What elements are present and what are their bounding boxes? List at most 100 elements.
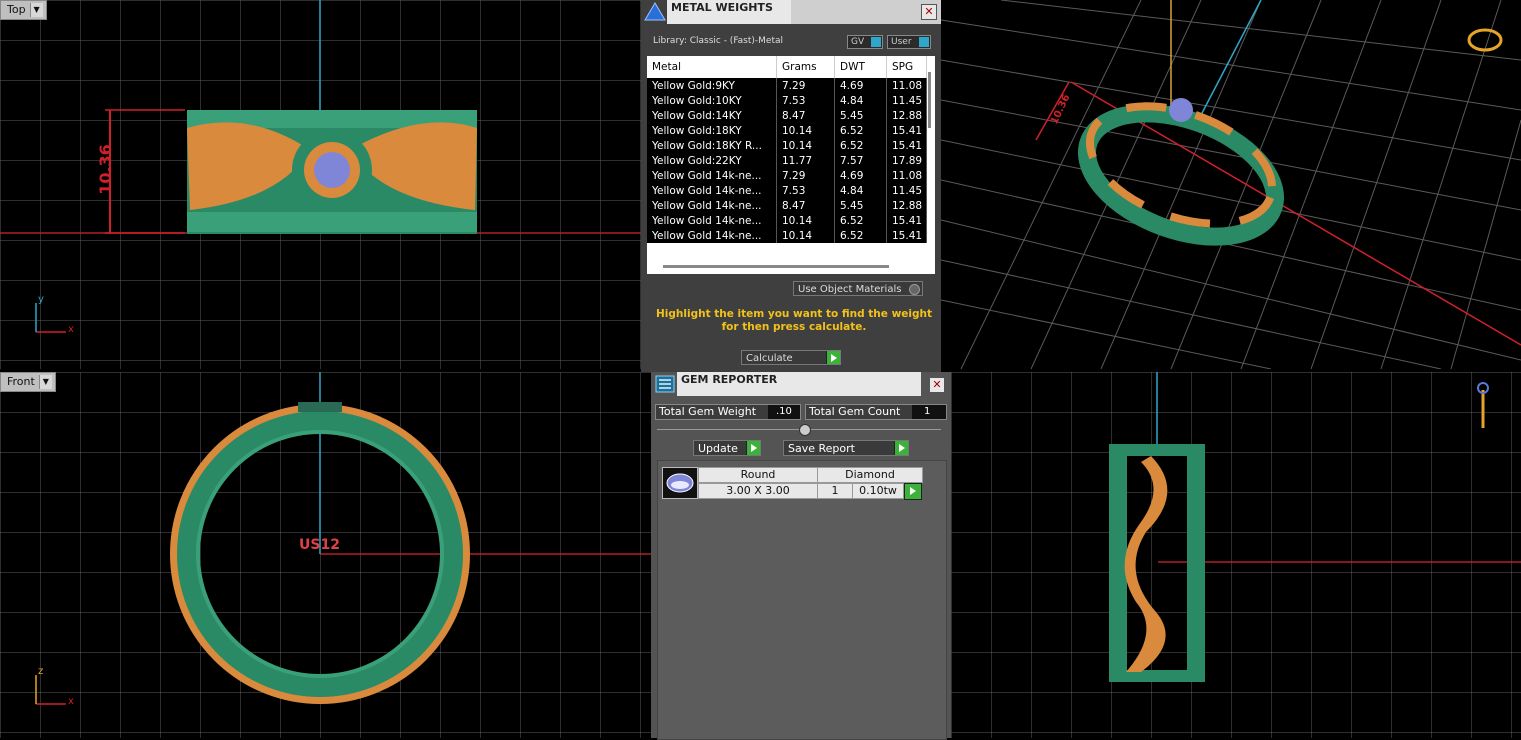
table-row[interactable]: Yellow Gold 14k-ne... 10.14 6.52 15.41 [647,228,927,243]
ring-size-label: US12 [299,537,340,553]
gem-list-item[interactable]: Round Diamond 3.00 X 3.00 1 0.10tw [660,465,923,500]
dwt-cell: 7.57 [834,153,887,168]
metal-cell: Yellow Gold:10KY [647,93,777,108]
gem-type-header: Diamond [817,467,923,483]
update-label: Update [698,442,738,455]
total-gem-weight-value: .10 [768,405,800,419]
use-object-materials-label: Use Object Materials [798,284,902,295]
splitter-handle[interactable] [657,424,941,436]
metal-cell: Yellow Gold 14k-ne... [647,198,777,213]
spg-cell: 17.89 [886,153,927,168]
horizontal-scrollbar[interactable] [663,265,889,268]
column-header-spg[interactable]: SPG [886,56,927,78]
user-indicator-icon [919,37,929,47]
gem-size-cell: 3.00 X 3.00 [698,483,818,499]
play-arrow-icon [910,487,916,495]
axis-x-label: x [68,324,74,335]
table-row[interactable]: Yellow Gold:10KY 7.53 4.84 11.45 [647,93,927,108]
close-icon[interactable]: ✕ [921,4,937,20]
viewport-label-front[interactable]: Front ▼ [0,372,56,392]
dwt-cell: 6.52 [834,138,887,153]
total-gem-count-value: 1 [912,405,946,419]
metal-weights-titlebar[interactable]: METAL WEIGHTS ✕ [641,0,941,26]
user-label: User [891,37,912,47]
metal-weights-panel: METAL WEIGHTS ✕ Library: Classic - (Fast… [641,0,941,372]
grams-cell: 8.47 [776,198,835,213]
dwt-cell: 4.69 [834,168,887,183]
table-row[interactable]: Yellow Gold:9KY 7.29 4.69 11.08 [647,78,927,93]
dwt-cell: 4.84 [834,93,887,108]
metal-cell: Yellow Gold:22KY [647,153,777,168]
metal-weights-app-icon [644,2,666,21]
metal-cell: Yellow Gold:14KY [647,108,777,123]
table-row[interactable]: Yellow Gold 14k-ne... 7.29 4.69 11.08 [647,168,927,183]
viewport-perspective-canvas [941,0,1521,369]
diamond-icon [666,473,694,493]
viewport-perspective[interactable]: 10.36 [941,0,1521,369]
viewport-front-canvas [0,372,651,738]
spg-cell: 11.45 [886,183,927,198]
save-report-button[interactable]: Save Report [783,440,909,456]
user-toggle[interactable]: User [887,35,931,49]
table-row[interactable]: Yellow Gold 14k-ne... 8.47 5.45 12.88 [647,198,927,213]
spg-cell: 15.41 [886,228,927,243]
spg-cell: 11.08 [886,168,927,183]
gem-list-area: Round Diamond 3.00 X 3.00 1 0.10tw [657,460,947,740]
column-header-dwt[interactable]: DWT [834,56,887,78]
gv-label: GV [851,37,865,47]
grams-cell: 7.53 [776,183,835,198]
metal-cell: Yellow Gold:18KY R... [647,138,777,153]
close-icon[interactable]: ✕ [929,377,945,393]
titlebar-fill [791,0,941,24]
gem-thumbnail [662,467,698,499]
gem-weight-cell: 0.10tw [852,483,904,499]
spg-cell: 11.08 [886,78,927,93]
viewport-right-canvas [951,372,1521,738]
total-gem-count-label: Total Gem Count [809,405,901,418]
use-object-materials-toggle[interactable]: Use Object Materials [793,281,923,296]
dimension-label: 10.36 [95,144,115,195]
dwt-cell: 5.45 [834,108,887,123]
metal-table: Metal Grams DWT SPG Yellow Gold:9KY 7.29 4… [647,56,927,243]
viewport-name: Top [7,3,26,16]
dwt-cell: 6.52 [834,228,887,243]
library-label: Library: Classic - (Fast)-Metal [653,36,784,46]
gem-reporter-panel: GEM REPORTER ✕ Total Gem Weight .10 Tota… [651,372,951,740]
chevron-down-icon[interactable]: ▼ [38,375,52,389]
table-row[interactable]: Yellow Gold:14KY 8.47 5.45 12.88 [647,108,927,123]
play-arrow-icon [746,441,760,455]
gem-shape-header: Round [698,467,818,483]
gv-indicator-icon [871,37,881,47]
metal-cell: Yellow Gold:18KY [647,123,777,138]
metal-cell: Yellow Gold 14k-ne... [647,213,777,228]
table-row[interactable]: Yellow Gold 14k-ne... 10.14 6.52 15.41 [647,213,927,228]
update-button[interactable]: Update [693,440,761,456]
viewport-name: Front [7,375,35,388]
table-row[interactable]: Yellow Gold 14k-ne... 7.53 4.84 11.45 [647,183,927,198]
viewport-front[interactable]: US12 x z Front ▼ [0,372,651,738]
spg-cell: 11.45 [886,93,927,108]
calculate-button[interactable]: Calculate [741,350,841,365]
table-row[interactable]: Yellow Gold:22KY 11.77 7.57 17.89 [647,153,927,168]
viewport-top[interactable]: 10.36 x y Top ▼ [0,0,641,369]
gv-toggle[interactable]: GV [847,35,883,49]
column-header-grams[interactable]: Grams [776,56,835,78]
column-header-metal[interactable]: Metal [647,56,777,78]
viewport-label-top[interactable]: Top ▼ [0,0,47,20]
viewport-right[interactable] [951,372,1521,738]
gem-reporter-title: GEM REPORTER [677,372,921,396]
table-row[interactable]: Yellow Gold:18KY 10.14 6.52 15.41 [647,123,927,138]
grams-cell: 7.29 [776,78,835,93]
grams-cell: 7.53 [776,93,835,108]
play-arrow-icon [894,441,908,455]
metal-cell: Yellow Gold:9KY [647,78,777,93]
toggle-indicator-icon [909,284,920,295]
total-gem-weight-label: Total Gem Weight [659,405,757,418]
grams-cell: 10.14 [776,123,835,138]
gem-reporter-titlebar[interactable]: GEM REPORTER ✕ [651,372,951,398]
table-row[interactable]: Yellow Gold:18KY R... 10.14 6.52 15.41 [647,138,927,153]
axis-z-label: z [38,666,44,677]
chevron-down-icon[interactable]: ▼ [29,3,43,17]
gem-action-button[interactable] [904,483,922,500]
vertical-scrollbar[interactable] [928,72,931,128]
